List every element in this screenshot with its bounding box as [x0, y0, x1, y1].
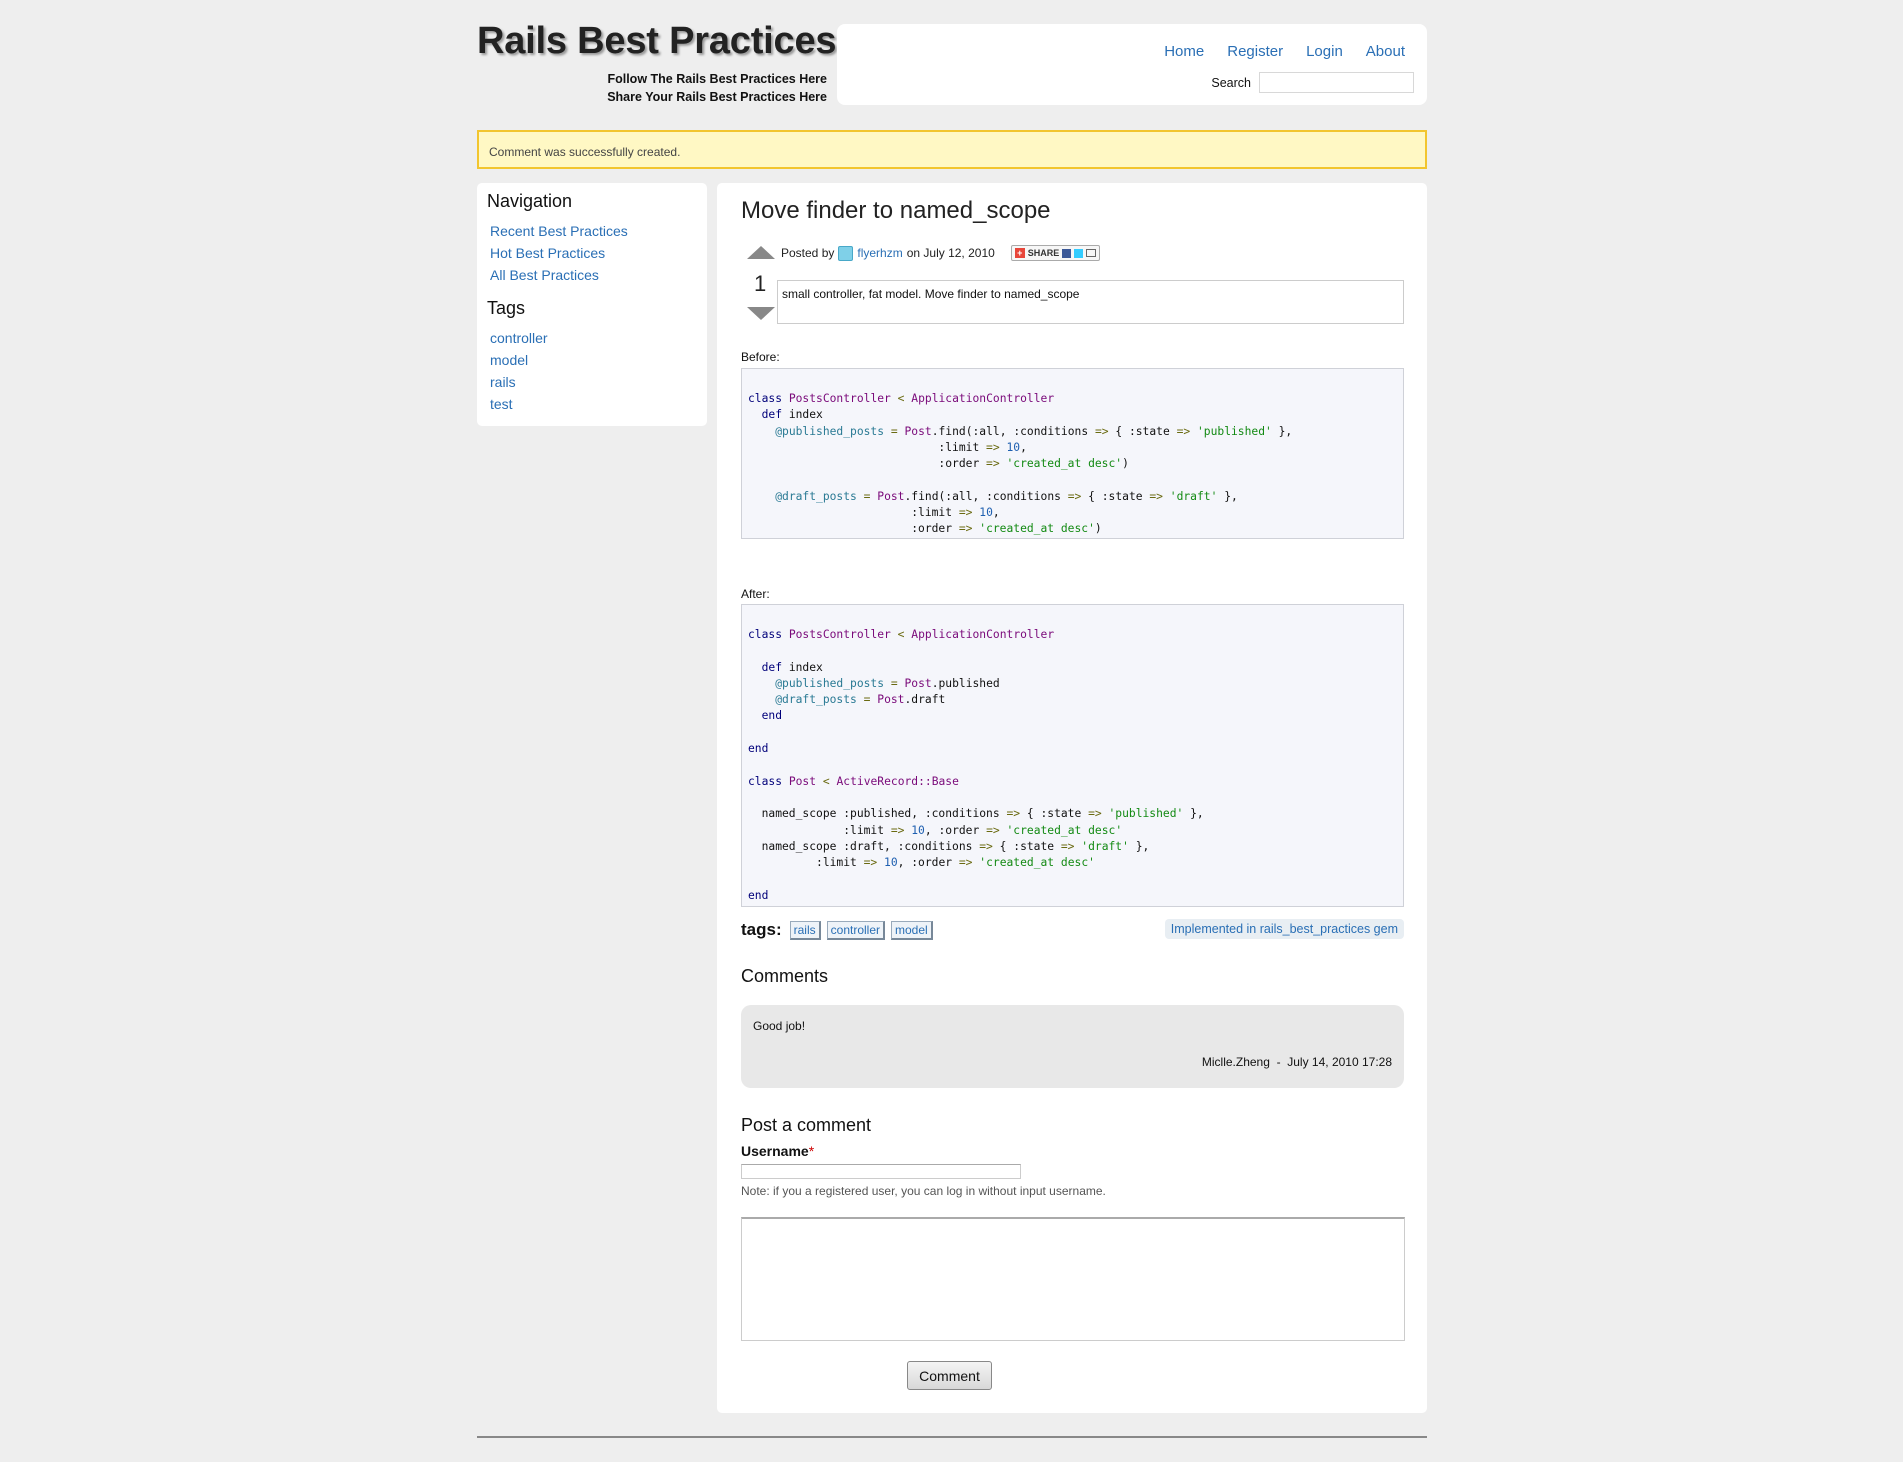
comment-author: Miclle.Zheng	[1201, 1055, 1270, 1069]
implemented-badge[interactable]: Implemented in rails_best_practices gem	[1164, 919, 1404, 939]
nav-login-link[interactable]: Login	[1306, 43, 1343, 60]
share-button[interactable]: + SHARE	[1010, 245, 1101, 261]
site-title[interactable]: Rails Best Practices	[477, 20, 837, 63]
posted-by-label: Posted by	[781, 246, 835, 260]
comment-item: Good job! Miclle.Zheng - July 14, 2010 1…	[741, 1005, 1404, 1088]
before-label: Before:	[741, 350, 780, 364]
sidebar-tags-list: controller model rails test	[490, 327, 697, 415]
sidebar-tag-rails[interactable]: rails	[490, 374, 516, 390]
sidebar-navigation-heading: Navigation	[487, 191, 573, 211]
post-comment-heading: Post a comment	[741, 1115, 872, 1135]
sidebar-link-hot[interactable]: Hot Best Practices	[490, 245, 605, 261]
footer-divider	[477, 1436, 1427, 1438]
comment-submit-button[interactable]: Comment	[907, 1361, 992, 1390]
username-label: Username*	[741, 1143, 814, 1159]
search-form: Search	[1211, 72, 1414, 93]
nav-about-link[interactable]: About	[1366, 43, 1405, 60]
main-content: Move finder to named_scope 1 Posted by f…	[717, 183, 1427, 1413]
sidebar-tags-heading: Tags	[487, 298, 526, 318]
nav-register-link[interactable]: Register	[1227, 43, 1283, 60]
facebook-icon	[1062, 248, 1072, 258]
comment-body: Good job!	[753, 1019, 806, 1033]
sidebar-link-all[interactable]: All Best Practices	[490, 267, 599, 283]
vote-up-arrow-icon[interactable]	[747, 246, 775, 259]
sidebar: Navigation Recent Best Practices Hot Bes…	[477, 183, 707, 426]
comment-date: July 14, 2010 17:28	[1287, 1055, 1392, 1069]
nav-home-link[interactable]: Home	[1164, 43, 1204, 60]
comments-heading: Comments	[741, 966, 829, 986]
post-summary: small controller, fat model. Move finder…	[777, 280, 1404, 324]
search-input[interactable]	[1259, 72, 1414, 93]
site-tagline: Follow The Rails Best Practices Here Sha…	[477, 70, 827, 106]
post-tags: tags: rails controller model	[741, 920, 933, 940]
required-mark: *	[808, 1143, 815, 1159]
vote-count: 1	[754, 271, 767, 296]
sidebar-link-recent[interactable]: Recent Best Practices	[490, 223, 628, 239]
posted-date: on July 12, 2010	[906, 246, 995, 260]
comment-textarea[interactable]	[741, 1217, 1405, 1341]
tag-chip-rails[interactable]: rails	[789, 920, 821, 940]
after-label: After:	[741, 587, 770, 601]
tag-chip-controller[interactable]: controller	[826, 920, 885, 940]
sidebar-tag-model[interactable]: model	[490, 352, 528, 368]
flash-notice: Comment was successfully created.	[477, 130, 1427, 169]
tagline-line-2: Share Your Rails Best Practices Here	[607, 90, 827, 104]
top-nav: Home Register Login About	[1164, 43, 1405, 60]
share-button-label: SHARE	[1027, 248, 1060, 258]
author-avatar-icon	[838, 245, 854, 261]
code-block-before: class PostsController < ApplicationContr…	[741, 368, 1404, 539]
tag-chip-model[interactable]: model	[891, 920, 933, 940]
comment-meta-separator: -	[1276, 1055, 1281, 1069]
username-input[interactable]	[741, 1164, 1021, 1179]
twitter-icon	[1074, 248, 1084, 258]
username-label-text: Username	[741, 1143, 809, 1159]
share-plus-icon: +	[1014, 248, 1025, 258]
header-box: Home Register Login About Search	[837, 24, 1427, 105]
post-meta: Posted by flyerhzm on July 12, 2010 + SH…	[781, 245, 1101, 261]
author-link[interactable]: flyerhzm	[857, 246, 902, 260]
tags-label: tags:	[741, 920, 782, 939]
sidebar-tag-test[interactable]: test	[490, 396, 513, 412]
vote-down-arrow-icon[interactable]	[747, 307, 775, 320]
sidebar-tag-controller[interactable]: controller	[490, 330, 548, 346]
username-note: Note: if you a registered user, you can …	[741, 1184, 1106, 1198]
sidebar-navigation-list: Recent Best Practices Hot Best Practices…	[490, 220, 697, 286]
comment-meta: Miclle.Zheng - July 14, 2010 17:28	[1202, 1055, 1392, 1069]
post-title: Move finder to named_scope	[741, 197, 1051, 224]
code-block-after: class PostsController < ApplicationContr…	[741, 604, 1404, 907]
search-label: Search	[1211, 75, 1251, 90]
email-icon	[1086, 249, 1097, 257]
tagline-line-1: Follow The Rails Best Practices Here	[607, 72, 827, 86]
